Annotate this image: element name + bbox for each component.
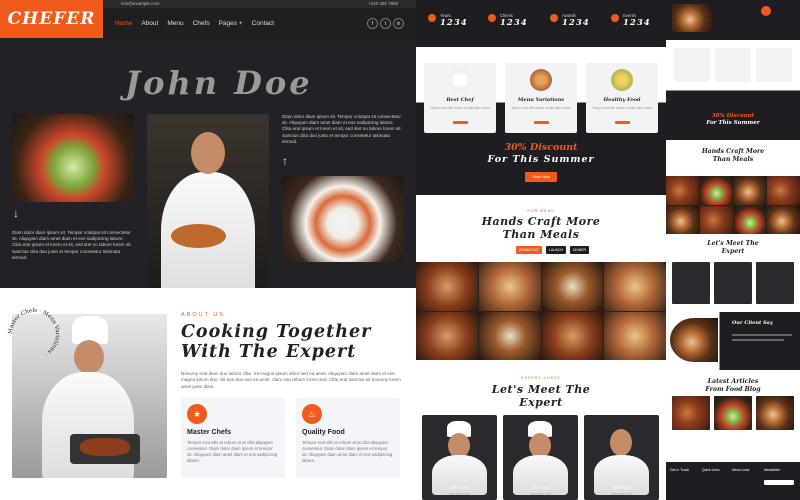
right-chefs-title: Let's Meet The Expert [707,240,759,255]
menu-heading: OUR MENU Hands Craft More Than Meals [416,195,666,265]
users-icon [488,14,496,22]
nav-item-home[interactable]: Home [115,20,132,27]
arrow-up-icon: ↑ [282,154,288,168]
right-footer: Get In Touch Quick Links Menu Links News… [666,462,800,500]
nav-item-chefs[interactable]: Chefs [193,20,210,27]
read-more-button[interactable] [533,120,549,124]
about-title: Cooking Together With The Expert [181,322,372,362]
about-paragraph: Nonumy erat diam duo labore clita. Sit m… [181,371,401,389]
right-menu-title: Hands Craft More Than Meals [701,148,765,163]
gallery-image[interactable] [541,311,604,360]
menu-tabs: BREAKFAST LAUNCH DINNER [516,246,589,254]
menu-eyebrow: OUR MENU [527,209,555,213]
chef-card[interactable]: John Doe Executive Chef [422,415,497,500]
right-blog-title: Latest Articles From Food Blog [705,378,761,393]
service-card-menu-variations: Menu Variations Tempor erat elitr rebum … [505,63,577,133]
order-now-button[interactable]: Order Now [525,172,557,182]
top-bar: info@example.com +123 456 7890 [103,0,416,8]
hero-name: John Doe [125,64,313,102]
linkedin-icon[interactable]: in [393,18,404,29]
about-eyebrow: ABOUT US [181,312,226,318]
stats-bar: Years 1234 Clients 1234 Awards 1234 Events 1… [416,0,666,47]
discount-line2: For This Summer [487,154,595,165]
right-testimonial: Our Client Say [666,312,800,370]
right-discount-line1: 30% Discount [711,113,755,119]
chef-icon: ★ [187,404,207,424]
gallery-image[interactable] [604,311,666,360]
stat-awards: Awards 1234 [550,13,590,28]
trophy-icon [550,14,558,22]
facebook-icon[interactable]: f [367,18,378,29]
hero-section: John Doe ↓ Diam dolor diam ipsum sit. Te… [0,38,416,300]
feature-title: Quality Food [302,429,345,436]
arrow-down-icon: ↓ [13,206,19,220]
hero-left-paragraph: Diam dolor diam ipsum sit. Tempor volutp… [12,230,132,260]
brand-logo[interactable]: CHEFER [0,0,103,38]
calendar-icon [428,14,436,22]
chef-portrait [147,114,269,300]
chef-card[interactable]: John Doe Executive Chef [584,415,659,500]
preview-right: 30% Discount For This Summer Hands Craft… [666,0,800,500]
star-icon [611,14,619,22]
services-section: Best Chef Tempor erat elitr rebum at cli… [416,47,666,195]
right-services: 30% Discount For This Summer [666,40,800,140]
chef-icon [449,69,471,91]
chef-card[interactable]: John Doe Executive Chef [503,415,578,500]
food-photo-salad [12,114,134,202]
feature-text: Tempor erat elitr at rebum at at clita a… [302,440,393,463]
stat-years: Years 1234 [428,13,468,28]
read-more-button[interactable] [614,120,630,124]
feature-text: Tempor erat elitr at rebum at at clita a… [187,440,278,463]
discount-banner: 30% Discount For This Summer Order Now [416,142,666,183]
tab-breakfast[interactable]: BREAKFAST [516,246,542,254]
dish-icon [530,69,552,91]
salad-icon [611,69,633,91]
stat-clients: Clients 1234 [488,13,528,28]
food-photo-plate [282,176,404,262]
gallery-image[interactable] [478,262,541,311]
chefs-section: EXPERT CHEFS Let's Meet The Expert John … [416,360,666,500]
discount-line1: 30% Discount [504,142,578,153]
topbar-phone[interactable]: +123 456 7890 [368,1,398,6]
right-hero [666,0,800,40]
svg-text:Master Chefs · Menu Variations: Master Chefs · Menu Variations · [8,308,60,357]
nav-item-menu[interactable]: Menu [167,20,183,27]
right-discount-line2: For This Summer [706,120,760,126]
gallery-image[interactable] [541,262,604,311]
nav-item-contact[interactable]: Contact [252,20,274,27]
twitter-icon[interactable]: t [380,18,391,29]
service-card-healthy-food: Healthy Food Tempor erat elitr rebum at … [586,63,658,133]
read-more-button[interactable] [452,120,468,124]
gallery-image[interactable] [416,311,478,360]
chefs-eyebrow: EXPERT CHEFS [521,376,561,380]
feature-card-master-chefs: ★ Master Chefs Tempor erat elitr at rebu… [181,398,285,478]
feature-title: Master Chefs [187,429,231,436]
menu-title: Hands Craft More Than Meals [481,215,601,241]
gallery-image[interactable] [416,262,478,311]
service-card-best-chef: Best Chef Tempor erat elitr rebum at cli… [424,63,496,133]
hero-right-paragraph: Diam dolor diam ipsum sit. Tempor volutp… [282,114,402,144]
rotating-circle-text: Master Chefs · Menu Variations · [8,308,60,357]
food-gallery [416,262,666,360]
right-blog-heading: Latest Articles From Food Blog [666,378,800,393]
preview-middle: Years 1234 Clients 1234 Awards 1234 Events 1… [416,0,666,500]
topbar-email[interactable]: info@example.com [121,1,160,6]
circle-text-content: Master Chefs · Menu Variations · [8,308,60,357]
nav-item-pages[interactable]: Pages + [219,20,243,27]
tab-launch[interactable]: LAUNCH [545,246,566,254]
gallery-image[interactable] [604,262,666,311]
right-gallery [666,176,800,234]
right-menu-heading: Hands Craft More Than Meals [666,148,800,163]
right-chefs-heading: Let's Meet The Expert [666,240,800,255]
chefs-title: Let's Meet The Expert [491,383,591,409]
right-client-title: Our Client Say [732,320,773,326]
food-icon: ♨ [302,404,322,424]
nav-item-about[interactable]: About [141,20,158,27]
stat-events: Events 1234 [611,13,651,28]
gallery-image[interactable] [478,311,541,360]
tab-dinner[interactable]: DINNER [569,246,589,254]
feature-card-quality-food: ♨ Quality Food Tempor erat elitr at rebu… [296,398,400,478]
